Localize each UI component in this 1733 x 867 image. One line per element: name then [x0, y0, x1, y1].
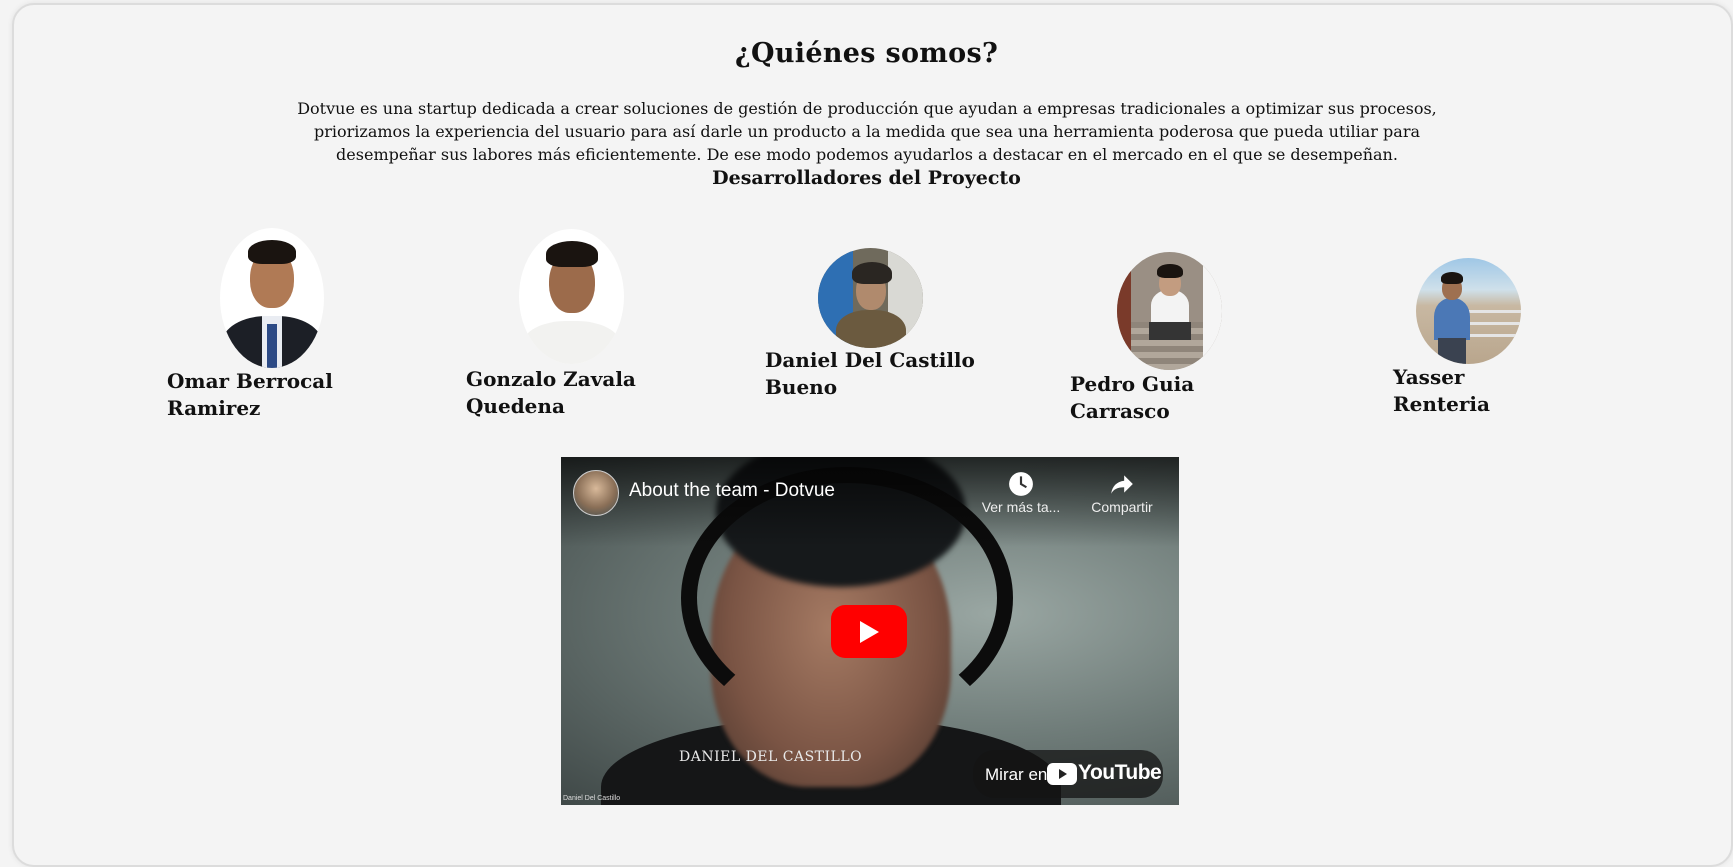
share-button[interactable]: Compartir — [1077, 471, 1167, 515]
youtube-logo-icon — [1047, 763, 1077, 790]
video-overlay-caption: DANIEL DEL CASTILLO — [679, 749, 863, 765]
watch-on-label: Mirar en — [985, 765, 1048, 784]
share-icon — [1077, 471, 1167, 499]
developers-heading: Desarrolladores del Proyecto — [712, 167, 1021, 189]
play-button[interactable] — [831, 605, 907, 658]
member-name: Daniel Del Castillo Bueno — [765, 348, 975, 399]
member-name: Pedro Guia Carrasco — [1070, 372, 1195, 423]
member-photo — [519, 229, 624, 364]
about-description: Dotvue es una startup dedicada a crear s… — [297, 99, 1437, 164]
member-name: Yasser Renteria — [1393, 365, 1490, 416]
member-name: Gonzalo Zavala Quedena — [466, 367, 636, 418]
member-photo — [818, 248, 923, 348]
member-photo — [1117, 252, 1222, 370]
watch-later-button[interactable]: Ver más ta... — [976, 471, 1066, 515]
watch-later-label: Ver más ta... — [981, 499, 1061, 515]
member-photo — [1416, 258, 1521, 364]
video-title[interactable]: About the team - Dotvue — [629, 480, 835, 502]
embedded-video-player[interactable]: About the team - Dotvue Ver más ta... Co… — [561, 457, 1179, 805]
share-label: Compartir — [1091, 499, 1153, 515]
youtube-wordmark: YouTube — [1078, 761, 1162, 784]
member-name: Omar Berrocal Ramirez — [167, 369, 333, 420]
clock-icon — [976, 471, 1066, 499]
play-icon — [860, 621, 879, 643]
member-photo — [220, 228, 324, 368]
video-corner-credit: Daniel Del Castillo — [563, 795, 621, 802]
page-title: ¿Quiénes somos? — [734, 38, 999, 69]
channel-avatar[interactable] — [573, 470, 619, 516]
watch-on-youtube-button[interactable]: Mirar en YouTube — [973, 750, 1163, 798]
